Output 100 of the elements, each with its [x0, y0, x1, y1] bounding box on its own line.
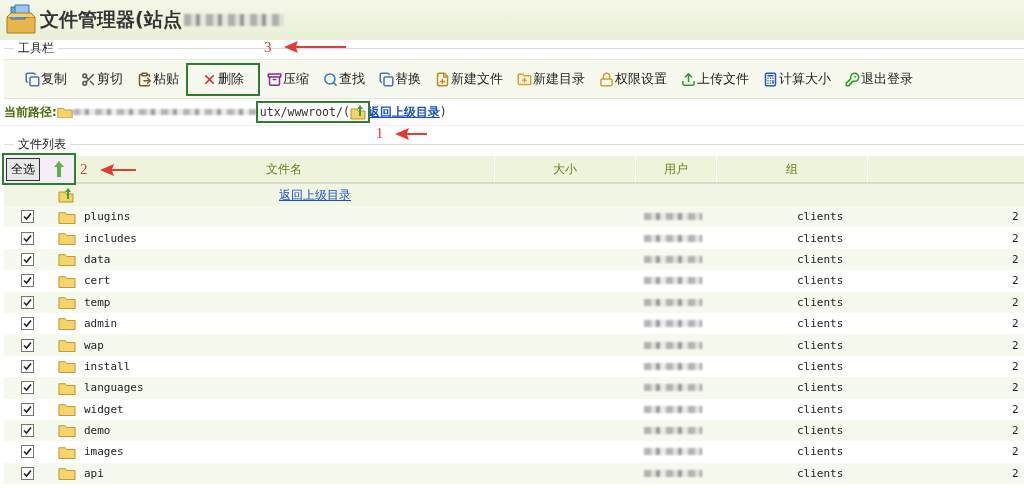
blurred-text [644, 213, 702, 221]
folder-icon [58, 423, 76, 438]
file-name[interactable]: includes [84, 231, 644, 245]
group-cell-text: clients [797, 317, 845, 331]
group-cell-text: clients [797, 424, 845, 438]
calculator-icon [763, 71, 778, 87]
group-cell-text: clients [797, 338, 845, 352]
blurred-text [644, 320, 702, 328]
table-cell: 2 [1012, 210, 1019, 224]
table-cell: 2 [1012, 252, 1019, 266]
table-cell: 2 [1012, 445, 1019, 459]
copy-icon [379, 71, 394, 87]
file-name[interactable]: demo [84, 424, 644, 438]
file-name[interactable]: cert [84, 274, 644, 288]
toolbar-button[interactable]: 剪切 [76, 64, 128, 94]
checkbox[interactable] [21, 317, 34, 331]
folder-up-icon [58, 187, 74, 203]
group-cell-text: clients [797, 402, 845, 416]
group-cell-text: clients [797, 231, 845, 245]
toolbar-button[interactable]: 替换 [374, 64, 426, 94]
toolbar-button[interactable]: 新建目录 [512, 64, 590, 94]
toolbar-button[interactable]: 复制 [20, 64, 72, 94]
toolbar-button[interactable]: 删除 [188, 64, 258, 94]
callout-number: 2 [80, 161, 88, 178]
group-cell-text: clients [797, 445, 845, 459]
folder-icon [58, 316, 76, 331]
toolbar-button[interactable]: 压缩 [262, 64, 314, 94]
checkbox[interactable] [21, 274, 34, 288]
blurred-text [644, 427, 702, 435]
folder-icon [58, 380, 76, 395]
toolbar-button[interactable]: 上传文件 [676, 64, 754, 94]
toolbar-button[interactable]: 粘贴 [132, 64, 184, 94]
folder-icon [58, 466, 76, 481]
blurred-text [644, 448, 702, 456]
folder-icon [58, 402, 76, 417]
search-icon [323, 71, 338, 87]
folder-plus-icon [517, 71, 532, 87]
blurred-text [644, 469, 702, 477]
window-title: 文件管理器(站点 [40, 7, 182, 32]
file-name[interactable]: install [84, 359, 644, 373]
upload-icon [681, 71, 696, 87]
file-name[interactable]: temp [84, 295, 644, 309]
table-cell: 2 [1012, 338, 1019, 352]
toolbar-button[interactable]: 计算大小 [758, 64, 836, 94]
table-cell: 2 [1012, 381, 1019, 395]
checkbox[interactable] [21, 359, 34, 373]
column-header: 大小 [495, 156, 636, 182]
blurred-text [644, 362, 702, 370]
archive-icon [267, 71, 282, 87]
toolbar-button[interactable]: 权限设置 [594, 64, 672, 94]
checkbox[interactable] [21, 381, 34, 395]
checkbox[interactable] [21, 424, 34, 438]
folder-icon [58, 444, 76, 460]
copy-icon [25, 71, 40, 87]
checkbox[interactable] [21, 252, 34, 266]
column-header: 组 [717, 156, 868, 182]
file-drawer-icon [4, 3, 38, 37]
table-cell: 2 [1012, 466, 1019, 480]
toolbar-button[interactable]: 查找 [318, 64, 370, 94]
group-cell-text: clients [797, 295, 845, 309]
file-plus-icon [435, 71, 450, 87]
parent-directory-link[interactable]: 返回上级目录 [279, 186, 351, 204]
toolbar-button[interactable]: 退出登录 [840, 64, 918, 94]
folder-icon [58, 230, 76, 246]
blurred-text [644, 384, 702, 392]
checkbox[interactable] [21, 402, 34, 416]
file-name[interactable]: admin [84, 317, 644, 331]
select-all-button[interactable]: 全选 [6, 157, 40, 181]
blurred-text [644, 277, 702, 285]
group-cell-text: clients [797, 210, 845, 224]
table-cell: 2 [1012, 274, 1019, 288]
folder-icon [58, 273, 76, 289]
blurred-text [644, 298, 702, 306]
file-name[interactable]: api [84, 466, 644, 480]
pointer-arrow [395, 127, 428, 140]
table-cell: 2 [1012, 231, 1019, 245]
file-name[interactable]: widget [84, 402, 644, 416]
checkbox[interactable] [21, 231, 34, 245]
blurred-text [644, 405, 702, 413]
checkbox[interactable] [21, 445, 34, 459]
file-name[interactable]: images [84, 445, 644, 459]
file-name[interactable]: plugins [84, 210, 644, 224]
file-name[interactable]: data [84, 252, 644, 266]
checkbox[interactable] [21, 338, 34, 352]
folder-icon [58, 359, 76, 374]
lock-icon [599, 71, 614, 87]
file-name[interactable]: wap [84, 338, 644, 352]
group-cell-text: clients [797, 381, 845, 395]
table-cell: 2 [1012, 359, 1019, 373]
file-name[interactable]: languages [84, 381, 644, 395]
checkbox[interactable] [21, 295, 34, 309]
checkbox[interactable] [21, 210, 34, 224]
folder-icon [56, 105, 73, 119]
blurred-text [644, 341, 702, 349]
file-list-legend: 文件列表 [14, 136, 70, 153]
toolbar-button[interactable]: 新建文件 [430, 64, 508, 94]
group-cell-text: clients [797, 466, 845, 480]
pointer-arrow [283, 41, 346, 53]
checkbox[interactable] [21, 466, 34, 480]
path-label: 当前路径: [4, 103, 57, 121]
